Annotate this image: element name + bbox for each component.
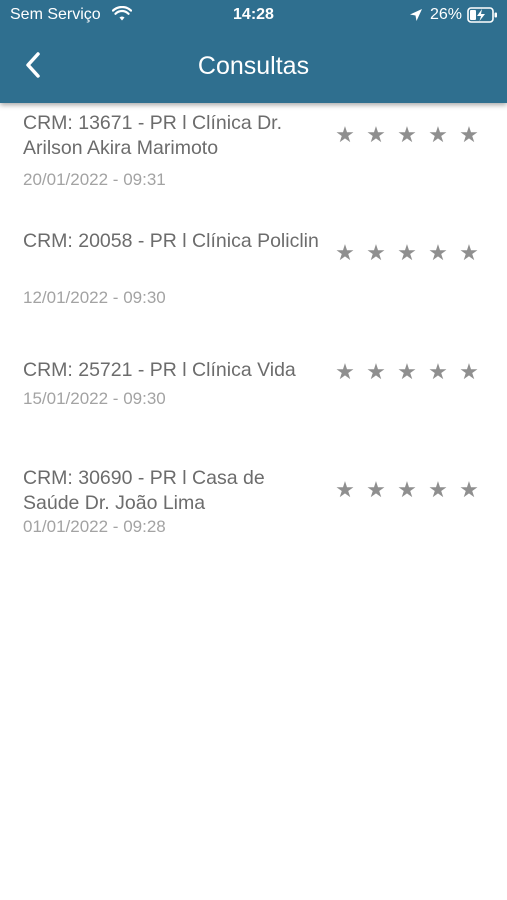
battery-percent: 26% (430, 6, 463, 23)
consulta-title: CRM: 30690 - PR l Casa de Saúde Dr. João… (23, 467, 265, 514)
star-icon[interactable]: ★ (394, 241, 420, 265)
rating-stars: ★ ★ ★ ★ ★ (332, 360, 482, 384)
consulta-date: 20/01/2022 - 09:31 (23, 170, 166, 189)
star-icon[interactable]: ★ (425, 360, 451, 384)
navigation-bar: Consultas (0, 30, 507, 103)
consulta-date: 12/01/2022 - 09:30 (23, 288, 166, 307)
star-icon[interactable]: ★ (394, 478, 420, 502)
star-icon[interactable]: ★ (332, 360, 358, 384)
consulta-date: 15/01/2022 - 09:30 (23, 389, 166, 408)
star-icon[interactable]: ★ (363, 241, 389, 265)
location-arrow-icon (409, 8, 423, 27)
star-icon[interactable]: ★ (456, 360, 482, 384)
consulta-title: CRM: 13671 - PR l Clínica Dr. Arilson Ak… (23, 112, 282, 159)
star-icon[interactable]: ★ (394, 123, 420, 147)
star-icon[interactable]: ★ (332, 478, 358, 502)
star-icon[interactable]: ★ (332, 123, 358, 147)
star-icon[interactable]: ★ (363, 123, 389, 147)
star-icon[interactable]: ★ (456, 123, 482, 147)
page-title: Consultas (197, 52, 310, 80)
consulta-date: 01/01/2022 - 09:28 (23, 517, 166, 536)
consulta-title: CRM: 25721 - PR l Clínica Vida (23, 359, 296, 381)
star-icon[interactable]: ★ (456, 241, 482, 265)
star-icon[interactable]: ★ (332, 241, 358, 265)
star-icon[interactable]: ★ (394, 360, 420, 384)
status-bar: Sem Serviço 14:28 26% (0, 0, 507, 30)
star-icon[interactable]: ★ (456, 478, 482, 502)
rating-stars: ★ ★ ★ ★ ★ (332, 241, 482, 265)
star-icon[interactable]: ★ (425, 123, 451, 147)
battery-charging-icon (467, 6, 499, 29)
rating-stars: ★ ★ ★ ★ ★ (332, 123, 482, 147)
app-header: Sem Serviço 14:28 26% Consultas (0, 0, 507, 103)
star-icon[interactable]: ★ (425, 478, 451, 502)
rating-stars: ★ ★ ★ ★ ★ (332, 478, 482, 502)
star-icon[interactable]: ★ (363, 478, 389, 502)
star-icon[interactable]: ★ (425, 241, 451, 265)
star-icon[interactable]: ★ (363, 360, 389, 384)
consulta-title: CRM: 20058 - PR l Clínica Policlin (23, 230, 319, 252)
